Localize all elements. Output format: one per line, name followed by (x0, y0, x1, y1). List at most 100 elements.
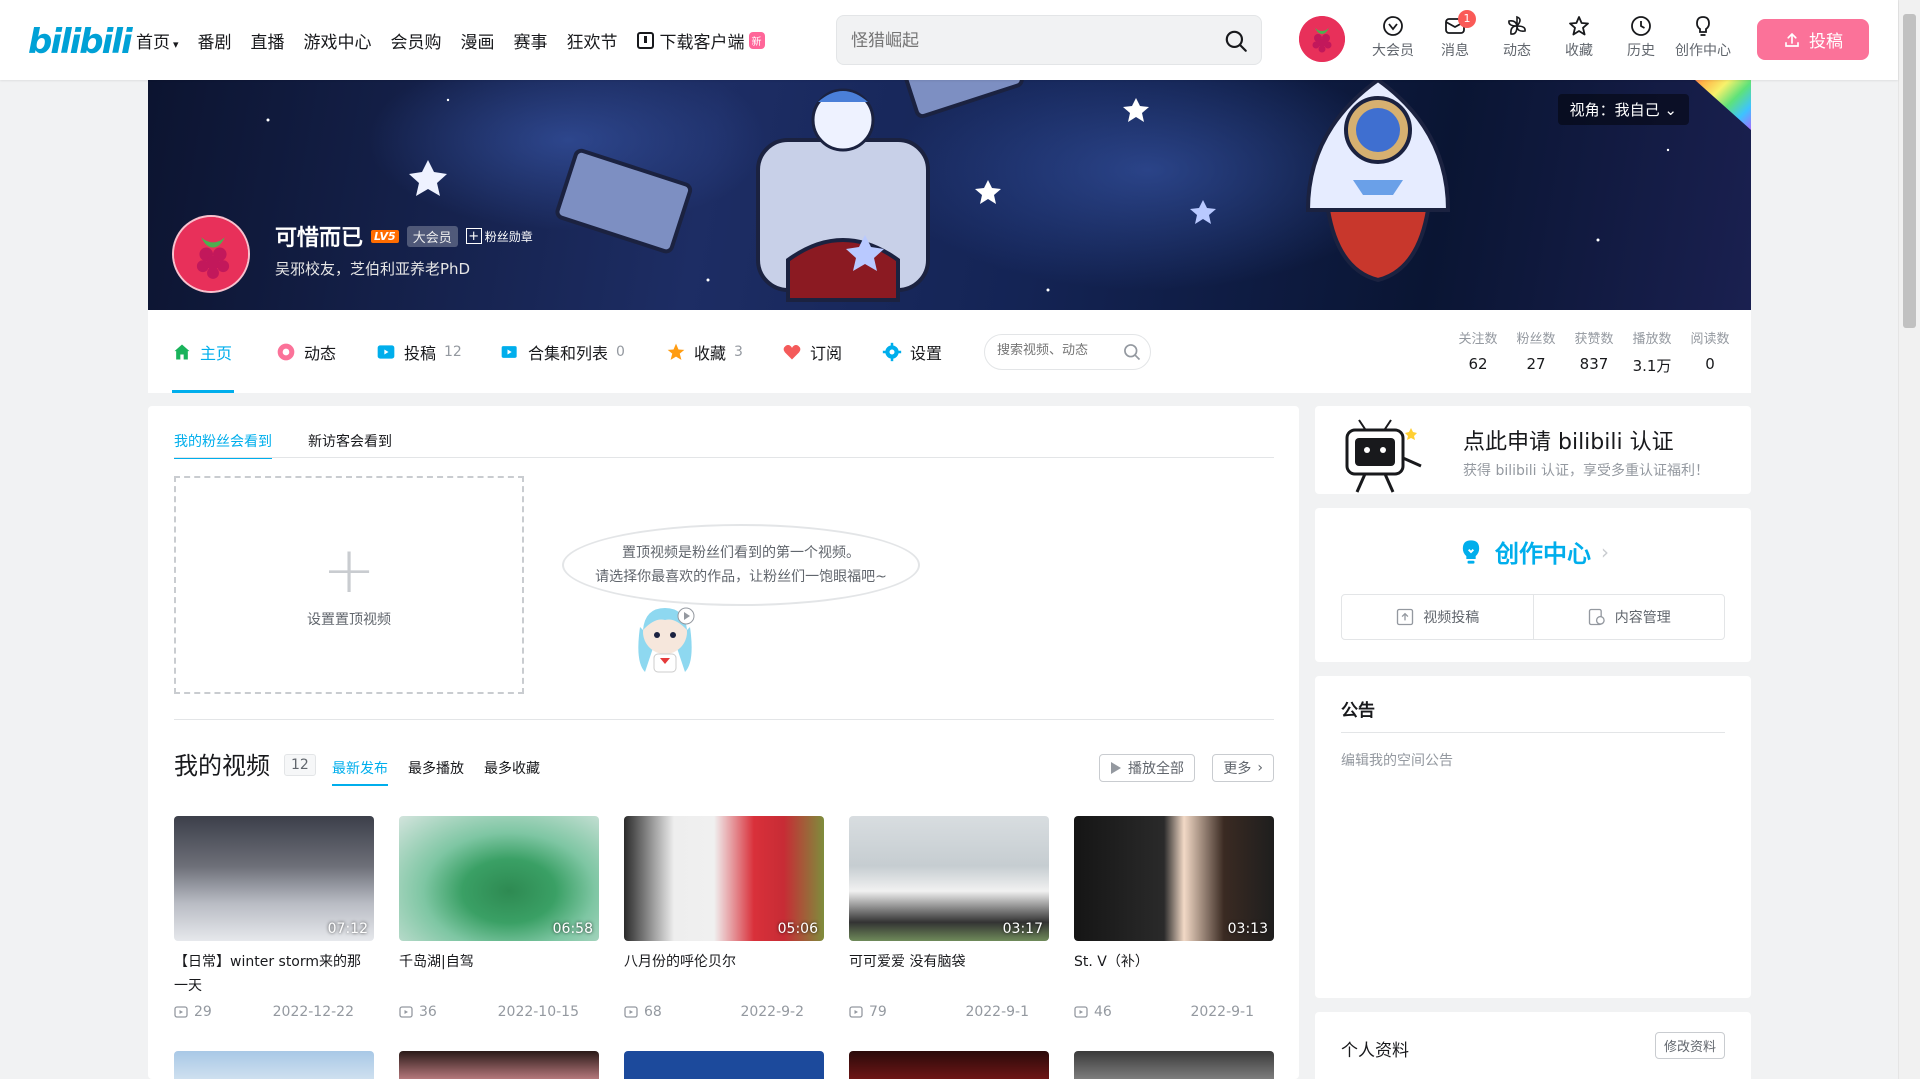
favorites-label: 收藏 (1565, 43, 1593, 59)
space-search (984, 334, 1151, 370)
video-card[interactable]: 06:58 千岛湖|自驾 36 2022-10-15 (399, 816, 599, 1020)
nav-manga[interactable]: 漫画 (461, 28, 495, 53)
tab-favorites[interactable]: 收藏 3 (666, 340, 743, 364)
stat-plays: 播放数 3.1万 (1629, 328, 1675, 376)
video-thumbnail[interactable]: 06:58 (399, 816, 599, 941)
play-all-button[interactable]: 播放全部 (1099, 754, 1195, 782)
download-icon (636, 32, 654, 49)
vip-tag[interactable]: 大会员 (406, 225, 458, 247)
nav-festival[interactable]: 狂欢节 (567, 28, 618, 53)
video-list-row-2 (174, 1051, 1274, 1079)
content-management-button[interactable]: 内容管理 (1532, 595, 1725, 639)
video-thumbnail[interactable]: 03:13 (1074, 816, 1274, 941)
nav-live[interactable]: 直播 (251, 28, 285, 53)
nav-home[interactable]: 首页 ▾ (136, 28, 179, 53)
video-title[interactable]: 八月份的呼伦贝尔 (624, 950, 824, 998)
tab-fans-see[interactable]: 我的粉丝会看到 (174, 431, 272, 459)
announcement-edit[interactable]: 编辑我的空间公告 (1341, 750, 1453, 770)
stat-followers-label: 粉丝数 (1516, 332, 1556, 347)
video-thumbnail[interactable] (849, 1051, 1049, 1079)
fan-badge[interactable]: + 粉丝勋章 (465, 228, 533, 245)
video-thumbnail[interactable]: 07:12 (174, 816, 374, 941)
video-title[interactable]: 千岛湖|自驾 (399, 950, 599, 998)
video-title[interactable]: St. V（补） (1074, 950, 1274, 998)
video-date: 2022-9-2 (740, 1004, 804, 1020)
tab-collections[interactable]: 合集和列表 0 (500, 340, 625, 364)
profile-avatar[interactable] (172, 215, 250, 293)
nav-anime[interactable]: 番剧 (198, 28, 232, 53)
tab-settings[interactable]: 设置 (882, 340, 942, 364)
video-card[interactable]: 05:06 八月份的呼伦贝尔 68 2022-9-2 (624, 816, 824, 1020)
profile-signature[interactable]: 吴邪校友，芝伯利亚养老PhD (275, 258, 470, 279)
edit-profile-button[interactable]: 修改资料 (1654, 1032, 1725, 1059)
viewpoint-selector[interactable]: 视角：我自己 ⌄ (1557, 94, 1689, 125)
stat-followers[interactable]: 粉丝数 27 (1513, 328, 1559, 376)
video-thumbnail[interactable]: 03:17 (849, 816, 1049, 941)
bulb-icon (1462, 539, 1480, 564)
stat-likes: 获赞数 837 (1571, 328, 1617, 376)
user-avatar[interactable] (1299, 16, 1345, 62)
space-search-input[interactable] (997, 343, 1117, 358)
upload-button[interactable]: 投稿 (1757, 19, 1869, 60)
video-card[interactable]: 03:17 可可爱爱 没有脑袋 79 2022-9-1 (849, 816, 1049, 1020)
video-title[interactable]: 可可爱爱 没有脑袋 (849, 950, 1049, 998)
video-thumbnail[interactable] (399, 1051, 599, 1079)
stat-plays-value: 3.1万 (1632, 357, 1672, 375)
search-icon[interactable] (1122, 342, 1142, 362)
chevron-right-icon: › (1601, 539, 1609, 564)
video-title[interactable]: 【日常】winter storm来的那一天 (174, 950, 374, 998)
search-input[interactable] (851, 28, 1191, 54)
video-thumbnail[interactable] (174, 1051, 374, 1079)
nav-game-center[interactable]: 游戏中心 (304, 28, 372, 53)
header-history[interactable]: 历史 (1610, 14, 1672, 60)
header-favorites[interactable]: 收藏 (1548, 14, 1610, 60)
search-icon[interactable] (1223, 28, 1249, 54)
history-label: 历史 (1627, 43, 1655, 59)
sort-latest[interactable]: 最新发布 (332, 758, 388, 786)
nav-download-client[interactable]: 下载客户端 新 (636, 28, 765, 53)
tab-subscriptions[interactable]: 订阅 (782, 340, 842, 364)
header-vip[interactable]: 大会员 (1362, 14, 1424, 60)
set-pinned-video-button[interactable]: + 设置置顶视频 (174, 476, 524, 694)
sort-most-played[interactable]: 最多播放 (408, 758, 464, 786)
tab-dynamic[interactable]: 动态 (276, 340, 336, 364)
nav-mall[interactable]: 会员购 (391, 28, 442, 53)
scrollbar-thumb[interactable] (1903, 14, 1916, 328)
creator-center-label: 创作中心 (1675, 43, 1731, 59)
video-plays-value: 79 (869, 1004, 887, 1020)
chevron-down-icon: ▾ (173, 38, 179, 51)
video-duration: 06:58 (552, 921, 593, 937)
video-thumbnail[interactable]: 05:06 (624, 816, 824, 941)
video-date: 2022-9-1 (1190, 1004, 1254, 1020)
my-videos-title: 我的视频 (174, 752, 270, 780)
creator-center-card: 创作中心 › 视频投稿 内容管理 (1315, 508, 1751, 662)
stat-following[interactable]: 关注数 62 (1455, 328, 1501, 376)
sort-most-favorited[interactable]: 最多收藏 (484, 758, 540, 786)
nav-esports[interactable]: 赛事 (514, 28, 548, 53)
page-scrollbar[interactable] (1898, 0, 1920, 1079)
stat-following-value: 62 (1468, 355, 1488, 373)
creator-center-link[interactable]: 创作中心 › (1315, 534, 1751, 569)
video-card[interactable]: 03:13 St. V（补） 46 2022-9-1 (1074, 816, 1274, 1020)
video-thumbnail[interactable] (1074, 1051, 1274, 1079)
header-creator-center[interactable]: 创作中心 (1672, 14, 1734, 60)
tab-collections-count: 0 (616, 344, 625, 360)
upload-icon (1785, 32, 1799, 47)
video-thumbnail[interactable] (624, 1051, 824, 1079)
video-card[interactable]: 07:12 【日常】winter storm来的那一天 29 2022-12-2… (174, 816, 374, 1020)
tab-new-visitors-see[interactable]: 新访客会看到 (308, 431, 392, 459)
video-upload-button[interactable]: 视频投稿 (1342, 595, 1533, 639)
header-right-icons: 大会员 1 消息 动态 收藏 历史 创作中心 (1362, 10, 1734, 60)
tab-home[interactable]: 主页 (172, 340, 232, 364)
header-dynamic[interactable]: 动态 (1486, 14, 1548, 60)
header-messages[interactable]: 1 消息 (1424, 10, 1486, 60)
stat-reads: 阅读数 0 (1687, 328, 1733, 376)
main-nav: 首页 ▾ 番剧 直播 游戏中心 会员购 漫画 赛事 狂欢节 下载客户端 新 (136, 28, 784, 53)
divider (174, 457, 1274, 458)
certification-card[interactable]: 点此申请 bilibili 认证 获得 bilibili 认证，享受多重认证福利… (1315, 406, 1751, 494)
more-videos-button[interactable]: 更多 › (1212, 754, 1274, 782)
bilibili-logo[interactable]: bilibili (28, 22, 133, 62)
personal-info-card: 个人资料 修改资料 (1315, 1012, 1751, 1079)
video-plays-value: 36 (419, 1004, 437, 1020)
tab-uploads[interactable]: 投稿 12 (376, 340, 462, 364)
